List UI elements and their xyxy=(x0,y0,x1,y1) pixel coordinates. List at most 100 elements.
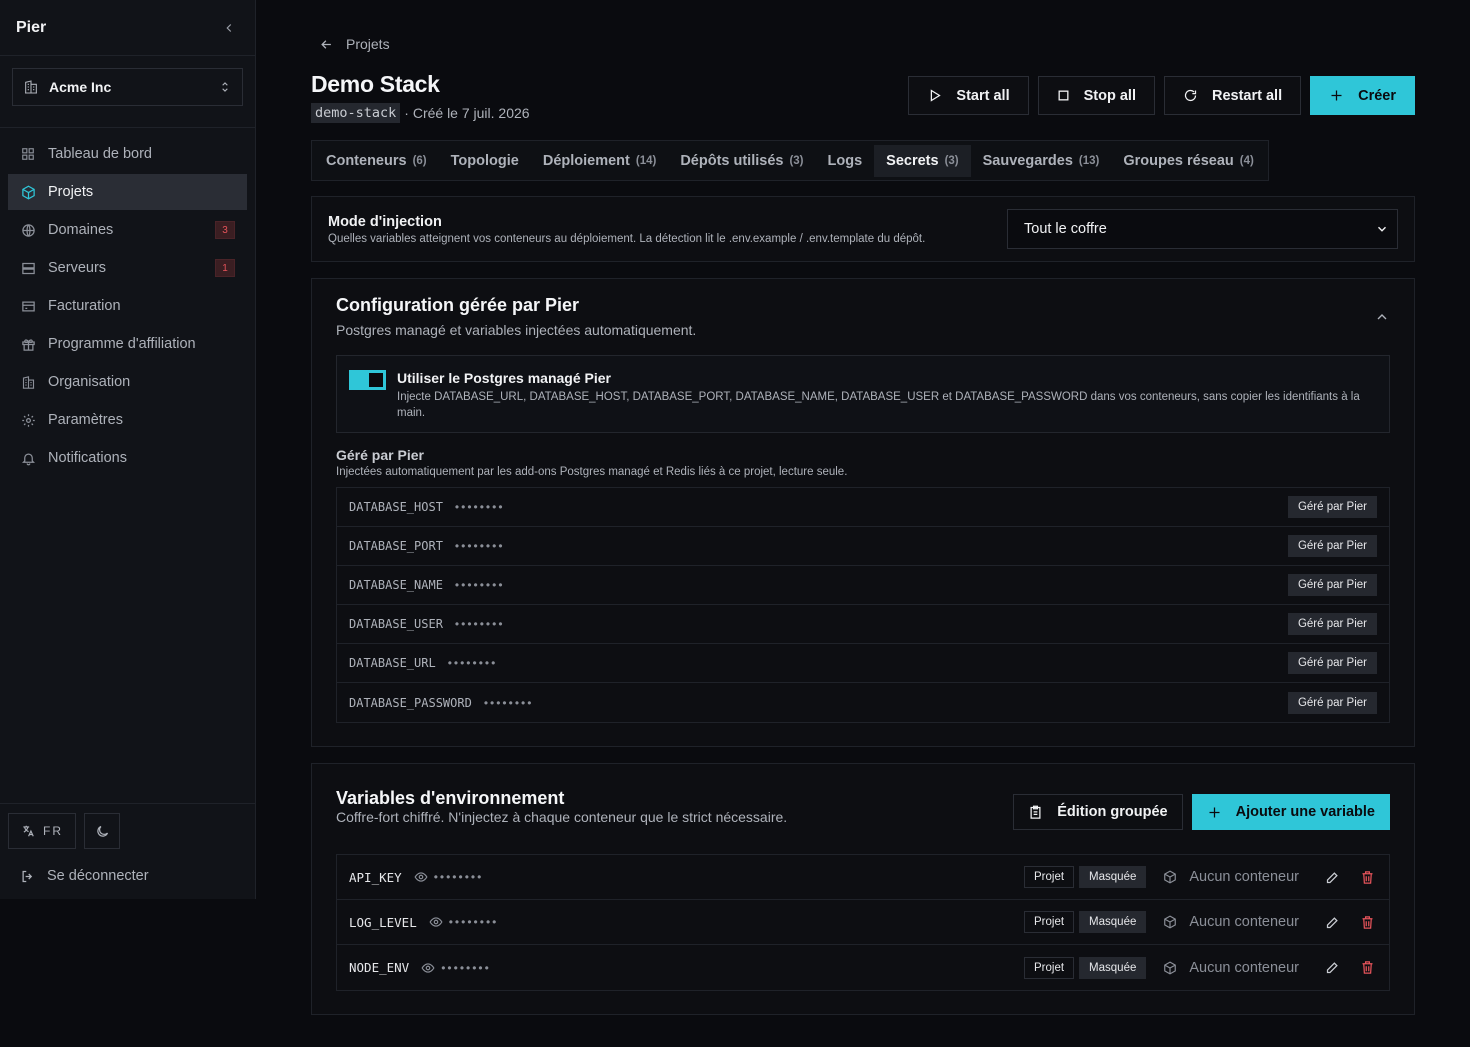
server-icon xyxy=(20,260,36,276)
env-vars-actions: Édition groupée Ajouter une variable xyxy=(1013,794,1390,830)
sidebar-item-billing[interactable]: Facturation xyxy=(8,288,247,324)
domains-count-badge: 3 xyxy=(215,221,235,239)
sidebar-item-label: Facturation xyxy=(48,298,121,314)
create-button[interactable]: Créer xyxy=(1310,76,1415,115)
logout-icon xyxy=(22,870,33,882)
delete-button[interactable] xyxy=(1357,912,1377,932)
org-name: Acme Inc xyxy=(49,79,112,95)
container-label: Aucun conteneur xyxy=(1189,914,1299,930)
globe-icon xyxy=(20,222,36,238)
tab-deployment[interactable]: Déploiement (14) xyxy=(531,145,668,177)
app-name: Pier xyxy=(16,18,47,36)
injection-mode-select[interactable]: Tout le coffre xyxy=(1007,209,1398,249)
sidebar-item-settings[interactable]: Paramètres xyxy=(8,402,247,438)
sidebar-nav: Tableau de bord Projets Domaines 3 Serve… xyxy=(0,128,255,476)
collapse-panel-button[interactable] xyxy=(1374,309,1390,328)
managed-badge: Géré par Pier xyxy=(1287,652,1377,674)
env-vars-panel: Variables d'environnement Coffre-fort ch… xyxy=(311,763,1415,1015)
env-row-meta: Projet Masquée Aucun conteneur xyxy=(1024,911,1377,933)
env-value-masked: •••••••• xyxy=(448,915,499,929)
breadcrumb-label: Projets xyxy=(346,36,390,52)
managed-badge: Géré par Pier xyxy=(1287,613,1377,635)
sidebar-item-servers[interactable]: Serveurs 1 xyxy=(8,250,247,286)
tab-repositories[interactable]: Dépôts utilisés (3) xyxy=(668,145,815,177)
org-switcher[interactable]: Acme Inc xyxy=(12,68,243,106)
project-meta: demo-stack · Créé le 7 juil. 2026 xyxy=(311,103,530,123)
tab-label: Déploiement xyxy=(542,152,630,169)
env-row-meta: Projet Masquée Aucun conteneur xyxy=(1024,956,1377,979)
secret-key: DATABASE_HOST xyxy=(349,500,443,514)
sidebar-item-projects[interactable]: Projets xyxy=(8,174,247,210)
secret-key: DATABASE_PORT xyxy=(349,539,443,553)
sidebar-item-label: Notifications xyxy=(48,450,127,466)
tab-containers[interactable]: Conteneurs (6) xyxy=(314,145,439,177)
tab-label: Dépôts utilisés xyxy=(680,152,784,169)
stop-all-label: Stop all xyxy=(1083,87,1136,104)
logout-button[interactable]: Se déconnecter xyxy=(0,858,255,894)
tab-count: (6) xyxy=(412,154,427,167)
visibility-badge: Masquée xyxy=(1079,956,1147,979)
managed-section-title: Géré par Pier xyxy=(336,447,424,463)
tab-label: Conteneurs xyxy=(326,152,407,169)
managed-badge: Géré par Pier xyxy=(1287,496,1377,518)
sidebar-item-notifications[interactable]: Notifications xyxy=(8,440,247,476)
container-assignment[interactable]: Aucun conteneur xyxy=(1163,869,1299,885)
restart-all-button[interactable]: Restart all xyxy=(1163,76,1302,115)
bulk-edit-button[interactable]: Édition groupée xyxy=(1013,794,1183,830)
sidebar-item-label: Organisation xyxy=(48,374,131,390)
page-title: Demo Stack xyxy=(311,71,440,97)
delete-button[interactable] xyxy=(1357,958,1377,978)
container-assignment[interactable]: Aucun conteneur xyxy=(1163,960,1299,976)
injection-mode-description: Quelles variables atteignent vos contene… xyxy=(328,233,926,245)
sidebar-item-affiliate[interactable]: Programme d'affiliation xyxy=(8,326,247,362)
tab-topology[interactable]: Topologie xyxy=(439,145,531,177)
tab-backups[interactable]: Sauvegardes (13) xyxy=(971,145,1112,177)
stop-all-button[interactable]: Stop all xyxy=(1037,76,1155,115)
tab-network-groups[interactable]: Groupes réseau (4) xyxy=(1111,145,1265,177)
building-icon xyxy=(25,80,37,94)
container-assignment[interactable]: Aucun conteneur xyxy=(1163,914,1299,930)
edit-button[interactable] xyxy=(1322,912,1342,932)
start-all-button[interactable]: Start all xyxy=(908,76,1029,115)
edit-button[interactable] xyxy=(1322,867,1342,887)
tab-secrets[interactable]: Secrets (3) xyxy=(874,144,971,177)
tab-logs[interactable]: Logs xyxy=(816,145,875,177)
sidebar: Pier Acme Inc Tableau de bord Projets Do… xyxy=(0,0,256,899)
env-key: LOG_LEVEL xyxy=(349,914,417,930)
managed-badge: Géré par Pier xyxy=(1287,535,1377,557)
secret-key: DATABASE_NAME xyxy=(349,578,443,592)
trash-icon xyxy=(1362,915,1372,929)
chevron-up-icon xyxy=(1377,314,1387,320)
delete-button[interactable] xyxy=(1357,867,1377,887)
injection-mode-panel: Mode d'injection Quelles variables attei… xyxy=(311,196,1415,262)
secret-value-masked: •••••••• xyxy=(454,578,505,592)
managed-postgres-toggle[interactable] xyxy=(349,370,386,390)
collapse-sidebar-button[interactable] xyxy=(219,18,239,38)
reveal-value-button[interactable] xyxy=(414,870,428,884)
project-actions: Start all Stop all Restart all Créer xyxy=(908,76,1415,115)
reveal-value-button[interactable] xyxy=(429,915,443,929)
sidebar-item-label: Projets xyxy=(48,184,94,200)
eye-icon xyxy=(429,917,443,927)
language-label: FR xyxy=(43,824,63,838)
add-variable-button[interactable]: Ajouter une variable xyxy=(1191,794,1390,830)
grid-icon xyxy=(20,146,36,162)
sidebar-item-organization[interactable]: Organisation xyxy=(8,364,247,400)
edit-button[interactable] xyxy=(1322,958,1342,978)
language-button[interactable]: FR xyxy=(8,813,76,849)
project-tabs: Conteneurs (6) Topologie Déploiement (14) … xyxy=(311,140,1269,181)
sidebar-item-dashboard[interactable]: Tableau de bord xyxy=(8,136,247,172)
reveal-value-button[interactable] xyxy=(421,961,435,975)
scope-badge: Projet xyxy=(1024,866,1075,888)
theme-toggle-button[interactable] xyxy=(84,813,120,849)
servers-count-badge: 1 xyxy=(215,259,235,277)
injection-mode-title: Mode d'injection xyxy=(328,214,442,230)
sidebar-item-domains[interactable]: Domaines 3 xyxy=(8,212,247,248)
env-vars-subtitle: Coffre-fort chiffré. N'injectez à chaque… xyxy=(336,809,788,825)
pencil-icon xyxy=(1326,962,1338,974)
sidebar-item-label: Tableau de bord xyxy=(48,146,152,162)
bell-icon xyxy=(20,450,36,466)
breadcrumb-back-link[interactable]: Projets xyxy=(319,36,390,52)
project-slug: demo-stack xyxy=(311,103,401,123)
list-item: DATABASE_PORT •••••••• Géré par Pier xyxy=(337,527,1389,566)
